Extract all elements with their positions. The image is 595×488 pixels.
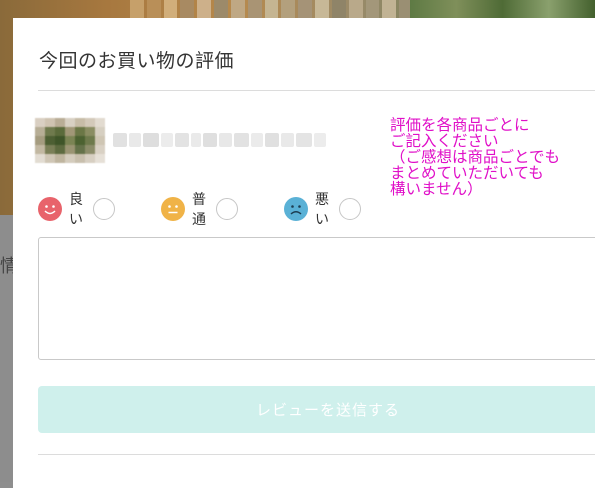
annotation-note: 評価を各商品ごとに ご記入ください （ご感想は商品ごとでも まとめていただいても… bbox=[390, 116, 561, 198]
rating-bad-label: 悪い bbox=[315, 192, 329, 228]
background-partial-text: 情 bbox=[0, 256, 14, 277]
product-name-redacted bbox=[113, 131, 335, 149]
rating-bad[interactable]: 悪い bbox=[284, 192, 361, 228]
rating-normal-radio[interactable] bbox=[216, 198, 238, 220]
smile-face-icon bbox=[38, 197, 62, 221]
review-textarea[interactable] bbox=[38, 237, 595, 360]
rating-normal-label: 普通 bbox=[192, 192, 206, 228]
product-thumbnail bbox=[35, 118, 105, 164]
neutral-face-icon bbox=[161, 197, 185, 221]
sad-face-icon bbox=[284, 197, 308, 221]
review-modal: 今回のお買い物の評価 評価を各商品ごとに ご記入ください （ご感想は商品ごとでも… bbox=[13, 18, 595, 488]
bottom-divider bbox=[38, 454, 595, 455]
submit-review-button[interactable]: レビューを送信する bbox=[38, 386, 595, 433]
rating-normal[interactable]: 普通 bbox=[161, 192, 238, 228]
rating-good-radio[interactable] bbox=[93, 198, 115, 220]
rating-good[interactable]: 良い bbox=[38, 192, 115, 228]
rating-bad-radio[interactable] bbox=[339, 198, 361, 220]
modal-title: 今回のお買い物の評価 bbox=[39, 50, 235, 72]
title-divider bbox=[38, 90, 595, 91]
rating-good-label: 良い bbox=[69, 192, 83, 228]
